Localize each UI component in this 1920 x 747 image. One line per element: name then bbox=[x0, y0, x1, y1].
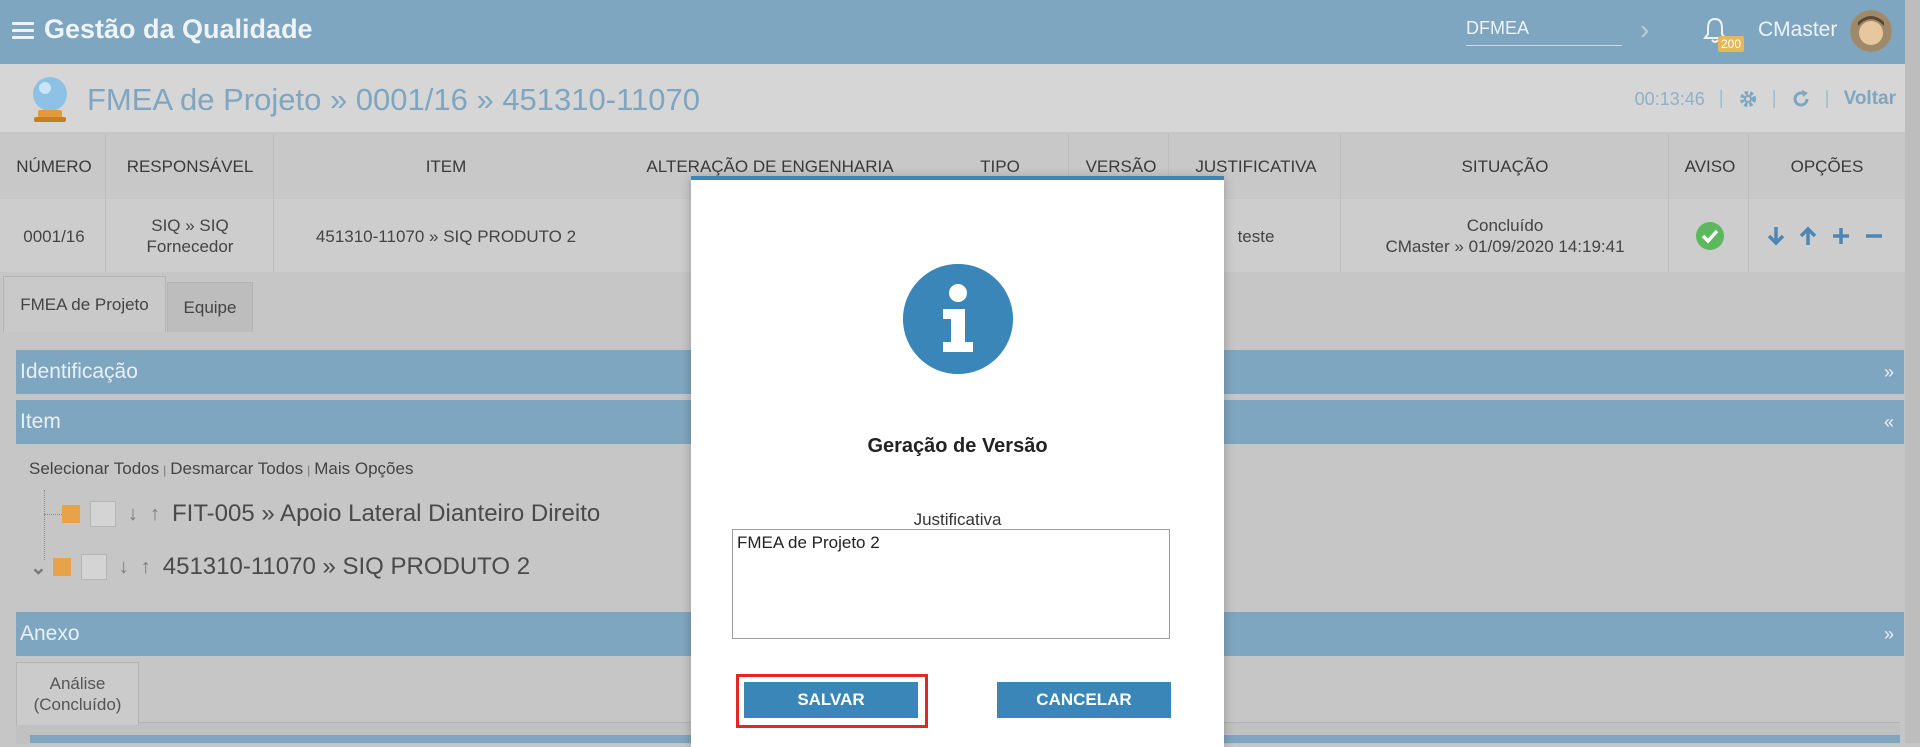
arrow-up-icon[interactable] bbox=[1797, 225, 1819, 247]
divider bbox=[1748, 134, 1749, 272]
section-identificacao-label: Identificação bbox=[20, 360, 138, 383]
cell-responsavel-line1: SIQ » SIQ bbox=[151, 216, 229, 235]
cell-situacao-line1: Concluído bbox=[1466, 216, 1544, 235]
arrow-down-icon[interactable]: ↓ bbox=[119, 556, 129, 579]
notification-badge: 200 bbox=[1718, 36, 1745, 52]
scrollbar[interactable] bbox=[1905, 0, 1920, 743]
gear-icon[interactable] bbox=[1738, 89, 1758, 109]
refresh-icon[interactable] bbox=[1791, 89, 1811, 109]
divider bbox=[1668, 134, 1669, 272]
item-checkbox[interactable] bbox=[80, 554, 107, 580]
tree-line bbox=[44, 490, 46, 560]
select-all-link[interactable]: Selecionar Todos bbox=[29, 459, 159, 478]
back-link[interactable]: Voltar bbox=[1844, 88, 1896, 110]
tree-item[interactable]: ⌄ ↓ ↑ 451310-11070 » SIQ PRODUTO 2 bbox=[30, 551, 530, 583]
tab-analise[interactable]: Análise (Concluído) bbox=[16, 662, 139, 725]
tree-line bbox=[44, 514, 62, 516]
more-options-link[interactable]: Mais Opções bbox=[314, 459, 413, 478]
crystal-ball-icon bbox=[33, 77, 67, 122]
col-situacao[interactable]: SITUAÇÃO bbox=[1345, 157, 1665, 177]
app-title: Gestão da Qualidade bbox=[44, 14, 313, 44]
cell-responsavel-line2: Fornecedor bbox=[146, 237, 234, 256]
session-timer: 00:13:46 bbox=[1634, 88, 1705, 109]
chevron-right-icon[interactable]: › bbox=[1640, 14, 1649, 46]
tab-equipe[interactable]: Equipe bbox=[167, 282, 253, 333]
version-dialog: Geração de Versão Justificativa FMEA de … bbox=[691, 176, 1224, 747]
dialog-title: Geração de Versão bbox=[867, 435, 1048, 457]
menu-icon[interactable] bbox=[12, 18, 34, 43]
tab-analise-status: (Concluído) bbox=[33, 695, 122, 714]
module-input[interactable]: DFMEA bbox=[1466, 18, 1622, 46]
plus-icon[interactable] bbox=[1830, 225, 1852, 247]
divider bbox=[273, 134, 274, 272]
col-numero[interactable]: NÚMERO bbox=[8, 157, 100, 177]
separator: | bbox=[163, 463, 167, 477]
save-button[interactable]: SALVAR bbox=[744, 682, 918, 718]
section-anexo-label: Anexo bbox=[20, 622, 80, 645]
col-opcoes[interactable]: OPÇÕES bbox=[1752, 157, 1902, 177]
cell-responsavel: SIQ » SIQ Fornecedor bbox=[110, 215, 270, 257]
col-justificativa[interactable]: JUSTIFICATIVA bbox=[1174, 157, 1338, 177]
separator: | bbox=[1771, 88, 1777, 109]
col-item[interactable]: ITEM bbox=[276, 157, 616, 177]
app-brand[interactable]: Gestão da Qualidade bbox=[12, 14, 313, 45]
avatar[interactable] bbox=[1850, 10, 1892, 52]
cell-situacao: Concluído CMaster » 01/09/2020 14:19:41 bbox=[1345, 215, 1665, 257]
info-icon bbox=[903, 264, 1013, 374]
tab-fmea-projeto[interactable]: FMEA de Projeto bbox=[3, 276, 166, 333]
expand-icon[interactable]: » bbox=[1884, 362, 1894, 383]
divider bbox=[105, 134, 106, 272]
col-tipo[interactable]: TIPO bbox=[940, 157, 1060, 177]
tree-item[interactable]: ↓ ↑ FIT-005 » Apoio Lateral Dianteiro Di… bbox=[62, 498, 600, 530]
user-name[interactable]: CMaster bbox=[1758, 18, 1837, 42]
separator: | bbox=[1718, 88, 1724, 109]
justificativa-field[interactable]: FMEA de Projeto 2 bbox=[732, 529, 1170, 639]
item-actions: Selecionar Todos | Desmarcar Todos | Mais Op… bbox=[29, 459, 413, 479]
tab-analise-label: Análise bbox=[49, 674, 106, 693]
arrow-up-icon[interactable]: ↑ bbox=[150, 503, 160, 526]
collapse-icon[interactable]: « bbox=[1884, 412, 1894, 433]
col-alteracao[interactable]: ALTERAÇÃO DE ENGENHARIA bbox=[620, 157, 920, 177]
expand-icon[interactable]: » bbox=[1884, 624, 1894, 645]
col-versao[interactable]: VERSÃO bbox=[1078, 157, 1164, 177]
arrow-down-icon[interactable]: ↓ bbox=[128, 503, 138, 526]
chevron-down-icon[interactable]: ⌄ bbox=[30, 555, 47, 580]
separator: | bbox=[1824, 88, 1830, 109]
cancel-button[interactable]: CANCELAR bbox=[997, 682, 1171, 718]
check-circle-icon bbox=[1696, 222, 1724, 250]
divider bbox=[1340, 134, 1341, 272]
item-checkbox[interactable] bbox=[90, 501, 116, 527]
separator: | bbox=[307, 463, 311, 477]
justificativa-label: Justificativa bbox=[913, 510, 1002, 529]
tree-item-label: 451310-11070 » SIQ PRODUTO 2 bbox=[162, 553, 531, 580]
tree-item-label: FIT-005 » Apoio Lateral Dianteiro Direit… bbox=[172, 500, 601, 527]
arrow-down-icon[interactable] bbox=[1765, 225, 1787, 247]
deselect-all-link[interactable]: Desmarcar Todos bbox=[170, 459, 303, 478]
col-aviso[interactable]: AVISO bbox=[1675, 157, 1745, 177]
cell-numero: 0001/16 bbox=[23, 227, 85, 246]
col-responsavel[interactable]: RESPONSÁVEL bbox=[110, 157, 270, 177]
folder-icon bbox=[52, 558, 71, 576]
page-toolbar: 00:13:46 | | | Voltar bbox=[1635, 88, 1896, 110]
cell-item: 451310-11070 » SIQ PRODUTO 2 bbox=[315, 227, 577, 246]
minus-icon[interactable] bbox=[1863, 225, 1885, 247]
page-title: FMEA de Projeto » 0001/16 » 451310-11070 bbox=[87, 82, 700, 117]
folder-icon bbox=[62, 505, 80, 523]
arrow-up-icon[interactable]: ↑ bbox=[141, 556, 151, 579]
section-item-label: Item bbox=[20, 410, 61, 433]
cell-situacao-line2: CMaster » 01/09/2020 14:19:41 bbox=[1385, 237, 1625, 256]
